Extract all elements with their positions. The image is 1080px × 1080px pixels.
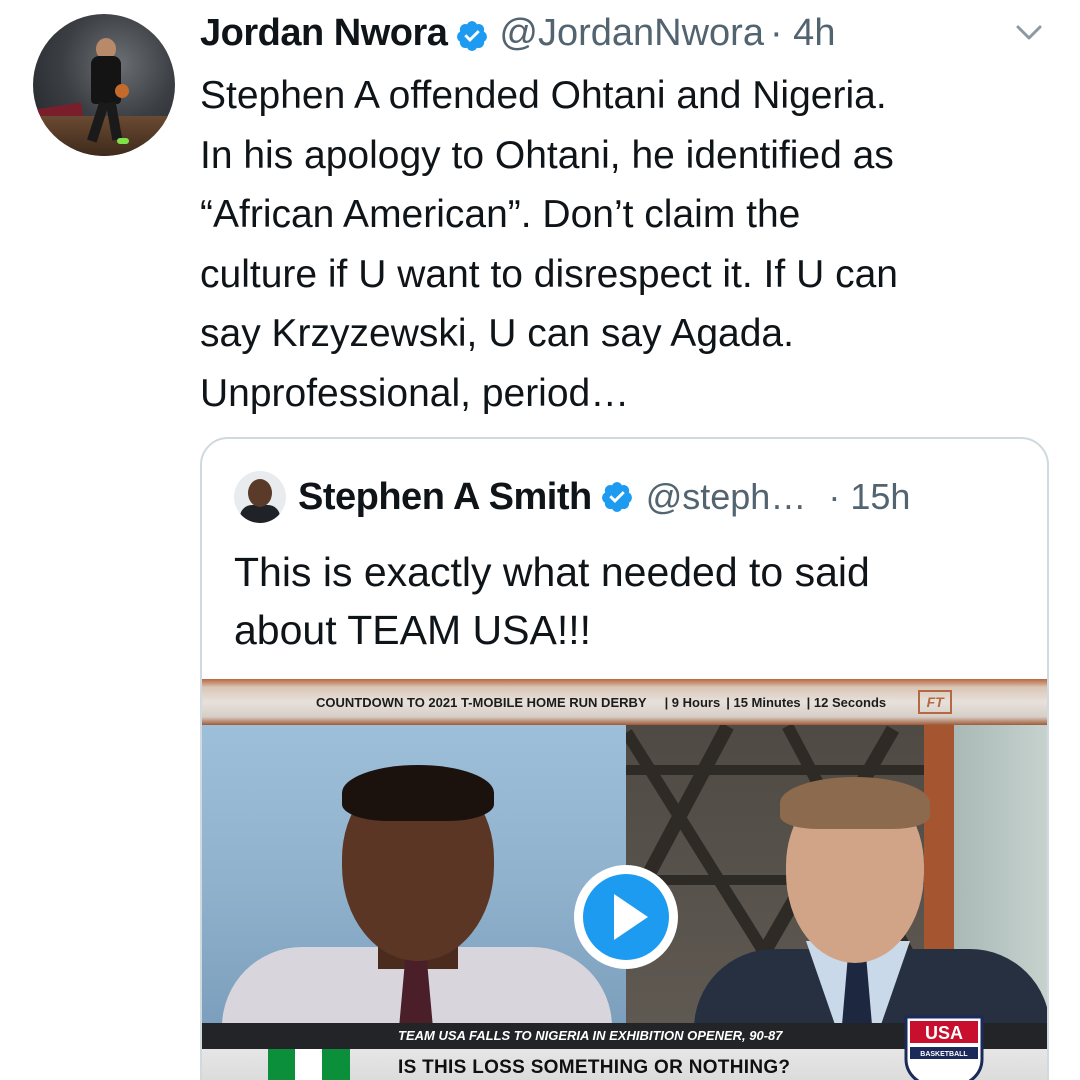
- ticker-minutes: | 15 Minutes: [726, 694, 801, 710]
- usa-logo-text: USA: [925, 1023, 963, 1043]
- tweet-text-line: Unprofessional, period…: [200, 371, 630, 415]
- tweet-text-line: say Krzyzewski, U can say Agada.: [200, 312, 794, 355]
- author-avatar[interactable]: [33, 14, 175, 156]
- lower-third-headline: IS THIS LOSS SOMETHING OR NOTHING?: [398, 1057, 791, 1078]
- quoted-text-line: This is exactly what needed to said: [234, 549, 870, 595]
- tweet-header: Jordan Nwora @JordanNwora · 4h: [200, 12, 835, 60]
- quoted-text-line: about TEAM USA!!!: [234, 607, 592, 653]
- nigeria-flag-icon: [268, 1049, 350, 1080]
- author-name[interactable]: Jordan Nwora: [200, 12, 448, 55]
- avatar-ball: [115, 84, 129, 98]
- ticker-countdown: COUNTDOWN TO 2021 T-MOBILE HOME RUN DERB…: [316, 694, 647, 710]
- lower-third-top-text: TEAM USA FALLS TO NIGERIA IN EXHIBITION …: [398, 1028, 783, 1043]
- quoted-author-handle: @steph…: [645, 476, 807, 517]
- quoted-tweet-time: · 15h: [828, 476, 911, 517]
- chevron-down-icon[interactable]: [1012, 22, 1046, 44]
- host-left-hair: [342, 765, 494, 821]
- author-handle[interactable]: @JordanNwora: [499, 12, 764, 55]
- play-button[interactable]: [574, 865, 678, 969]
- quoted-avatar-suit: [240, 505, 280, 523]
- quoted-avatar-face: [248, 479, 272, 507]
- video-top-ticker: COUNTDOWN TO 2021 T-MOBILE HOME RUN DERB…: [202, 679, 1047, 725]
- quoted-tweet-header: Stephen A Smith @steph… · 15h: [234, 469, 910, 525]
- ticker-logo: FT: [918, 690, 953, 714]
- avatar-court: [33, 116, 175, 156]
- host-right-hair: [780, 777, 930, 829]
- play-icon: [614, 894, 648, 940]
- verified-badge-icon: [601, 482, 632, 512]
- tweet-text-line: In his apology to Ohtani, he identified …: [200, 133, 894, 177]
- quoted-tweet-text: This is exactly what needed to said abou…: [234, 543, 1014, 659]
- tweet-text-line: culture if U want to disrespect it. If U…: [200, 252, 898, 296]
- ticker-hours: | 9 Hours: [664, 694, 721, 710]
- tweet-text-line: “African American”. Don’t claim the: [200, 193, 801, 236]
- avatar-player-body: [91, 56, 121, 104]
- video-thumbnail[interactable]: COUNTDOWN TO 2021 T-MOBILE HOME RUN DERB…: [202, 679, 1047, 1080]
- quoted-author-name: Stephen A Smith: [298, 475, 592, 518]
- quoted-author-avatar: [234, 471, 286, 523]
- verified-badge-icon: [457, 21, 488, 51]
- ticker-seconds: | 12 Seconds: [806, 694, 887, 710]
- tweet-text-line: Stephen A offended Ohtani and Nigeria.: [200, 74, 887, 117]
- avatar-shoe: [117, 138, 129, 144]
- tweet-time[interactable]: · 4h: [770, 12, 835, 55]
- usa-basketball-logo-icon: USA BASKETBALL: [904, 1015, 984, 1080]
- tweet-text: Stephen A offended Ohtani and Nigeria. I…: [200, 66, 1060, 423]
- quoted-tweet-card[interactable]: Stephen A Smith @steph… · 15h This is ex…: [200, 437, 1049, 1080]
- usa-logo-subtext: BASKETBALL: [920, 1051, 968, 1058]
